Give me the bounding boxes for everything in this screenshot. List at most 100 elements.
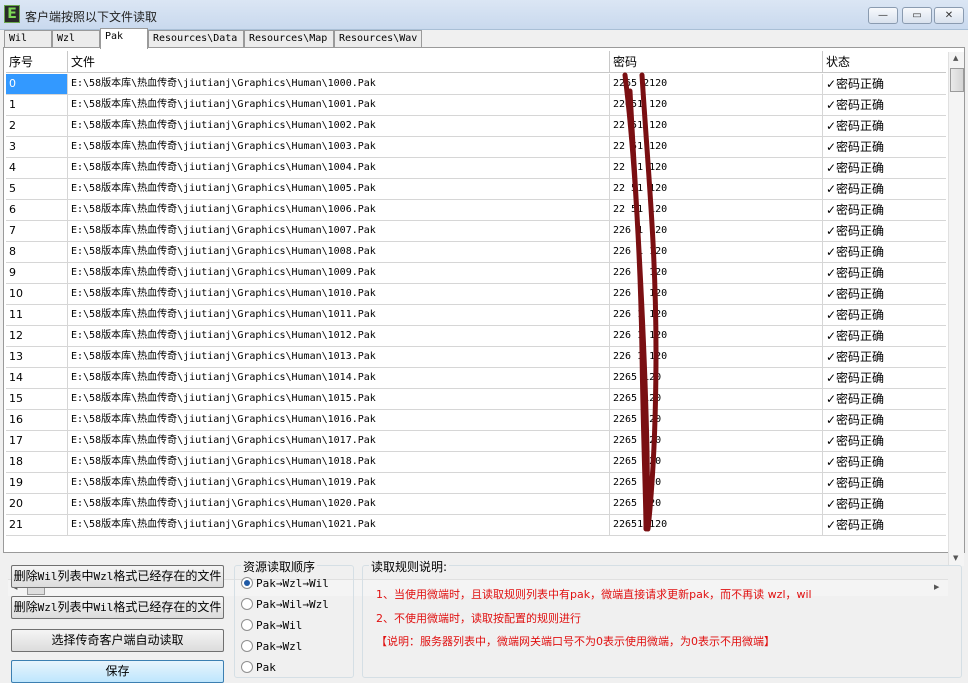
table-row[interactable]: 18 E:\58版本库\热血传奇\jiutianj\Graphics\Human\…	[6, 452, 946, 473]
col-header-password[interactable]: 密码	[610, 51, 823, 73]
table-row[interactable]: 7 E:\58版本库\热血传奇\jiutianj\Graphics\Human\1…	[6, 221, 946, 242]
minimize-button[interactable]: —	[868, 7, 898, 24]
row-file-path: E:\58版本库\热血传奇\jiutianj\Graphics\Human\10…	[68, 158, 610, 178]
table-header: 序号 文件 密码 状态	[6, 51, 946, 73]
tab-resources-data[interactable]: Resources\Data	[148, 30, 244, 48]
table-row[interactable]: 3 E:\58版本库\热血传奇\jiutianj\Graphics\Human\1…	[6, 137, 946, 158]
vertical-scroll-thumb[interactable]	[950, 68, 964, 92]
row-password: 226 1 120	[610, 221, 823, 241]
close-button[interactable]: ✕	[934, 7, 964, 24]
table-row[interactable]: 8 E:\58版本库\热血传奇\jiutianj\Graphics\Human\1…	[6, 242, 946, 263]
scroll-down-icon[interactable]: ▼	[953, 554, 958, 562]
tab-resources-map[interactable]: Resources\Map	[244, 30, 334, 48]
row-index: 1	[6, 95, 68, 115]
row-password: 226 1 120	[610, 263, 823, 283]
row-status: ✓密码正确	[826, 161, 885, 175]
table-row[interactable]: 10 E:\58版本库\热血传奇\jiutianj\Graphics\Human\…	[6, 284, 946, 305]
btn-text: 格式已经存在的文件	[113, 600, 222, 614]
scroll-up-icon[interactable]: ▲	[953, 54, 958, 62]
row-status: ✓密码正确	[826, 245, 885, 259]
tab-pak[interactable]: Pak	[100, 28, 148, 49]
table-row[interactable]: 2 E:\58版本库\热血传奇\jiutianj\Graphics\Human\1…	[6, 116, 946, 137]
row-password: 2265 120	[610, 368, 823, 388]
col-header-file[interactable]: 文件	[68, 51, 610, 73]
row-password: 2265 120	[610, 473, 823, 493]
tab-wzl[interactable]: Wzl	[52, 30, 100, 48]
row-file-path: E:\58版本库\热血传奇\jiutianj\Graphics\Human\10…	[68, 74, 610, 94]
btn-text: 列表中	[57, 600, 94, 614]
row-index: 21	[6, 515, 68, 535]
radio-pak-wzl[interactable]: Pak→Wzl	[241, 639, 302, 655]
row-file-path: E:\58版本库\热血传奇\jiutianj\Graphics\Human\10…	[68, 137, 610, 157]
row-status: ✓密码正确	[826, 266, 885, 280]
table-row[interactable]: 17 E:\58版本库\热血传奇\jiutianj\Graphics\Human\…	[6, 431, 946, 452]
row-status: ✓密码正确	[826, 371, 885, 385]
row-file-path: E:\58版本库\热血传奇\jiutianj\Graphics\Human\10…	[68, 410, 610, 430]
radio-pak[interactable]: Pak	[241, 660, 276, 676]
tab-resources-wav[interactable]: Resources\Wav	[334, 30, 422, 48]
radio-label: Pak→Wzl→Wil	[256, 577, 329, 590]
row-password: 2265 120	[610, 410, 823, 430]
radio-dot[interactable]	[241, 640, 253, 652]
row-password: 2265 120	[610, 494, 823, 514]
row-index: 11	[6, 305, 68, 325]
table-row[interactable]: 14 E:\58版本库\热血传奇\jiutianj\Graphics\Human\…	[6, 368, 946, 389]
row-password: 226 1 120	[610, 305, 823, 325]
table-row[interactable]: 0 E:\58版本库\热血传奇\jiutianj\Graphics\Human\1…	[6, 74, 946, 95]
radio-pak-wil[interactable]: Pak→Wil	[241, 618, 302, 634]
row-file-path: E:\58版本库\热血传奇\jiutianj\Graphics\Human\10…	[68, 494, 610, 514]
btn-text: Wzl	[93, 570, 114, 583]
table-row[interactable]: 1 E:\58版本库\热血传奇\jiutianj\Graphics\Human\1…	[6, 95, 946, 116]
file-table[interactable]: 序号 文件 密码 状态 0 E:\58版本库\热血传奇\jiutianj\Grap…	[6, 51, 946, 581]
row-index: 17	[6, 431, 68, 451]
table-row[interactable]: 9 E:\58版本库\热血传奇\jiutianj\Graphics\Human\1…	[6, 263, 946, 284]
radio-dot[interactable]	[241, 619, 253, 631]
table-row[interactable]: 12 E:\58版本库\热血传奇\jiutianj\Graphics\Human\…	[6, 326, 946, 347]
radio-pak-wil-wzl[interactable]: Pak→Wil→Wzl	[241, 597, 329, 613]
row-password: 226 1 120	[610, 284, 823, 304]
table-row[interactable]: 16 E:\58版本库\热血传奇\jiutianj\Graphics\Human\…	[6, 410, 946, 431]
row-file-path: E:\58版本库\热血传奇\jiutianj\Graphics\Human\10…	[68, 515, 610, 535]
radio-dot[interactable]	[241, 598, 253, 610]
table-row[interactable]: 21 E:\58版本库\热血传奇\jiutianj\Graphics\Human\…	[6, 515, 946, 536]
delete-wzl-wil-button[interactable]: 删除Wzl列表中Wil格式已经存在的文件	[11, 596, 224, 619]
vertical-scrollbar[interactable]: ▲ ▼	[948, 52, 964, 566]
row-index: 7	[6, 221, 68, 241]
row-status: ✓密码正确	[826, 497, 885, 511]
row-status: ✓密码正确	[826, 413, 885, 427]
row-index: 20	[6, 494, 68, 514]
row-status: ✓密码正确	[826, 392, 885, 406]
radio-dot[interactable]	[241, 577, 253, 589]
radio-label: Pak→Wil→Wzl	[256, 598, 329, 611]
radio-pak-wzl-wil[interactable]: Pak→Wzl→Wil	[241, 576, 329, 592]
table-row[interactable]: 11 E:\58版本库\热血传奇\jiutianj\Graphics\Human\…	[6, 305, 946, 326]
table-row[interactable]: 19 E:\58版本库\热血传奇\jiutianj\Graphics\Human\…	[6, 473, 946, 494]
radio-dot[interactable]	[241, 661, 253, 673]
row-status: ✓密码正确	[826, 203, 885, 217]
row-index: 6	[6, 200, 68, 220]
col-header-status[interactable]: 状态	[823, 51, 946, 73]
row-index: 16	[6, 410, 68, 430]
auto-read-client-button[interactable]: 选择传奇客户端自动读取	[11, 629, 224, 652]
save-button[interactable]: 保存	[11, 660, 224, 683]
table-row[interactable]: 5 E:\58版本库\热血传奇\jiutianj\Graphics\Human\1…	[6, 179, 946, 200]
row-file-path: E:\58版本库\热血传奇\jiutianj\Graphics\Human\10…	[68, 347, 610, 367]
table-row[interactable]: 4 E:\58版本库\热血传奇\jiutianj\Graphics\Human\1…	[6, 158, 946, 179]
restore-button[interactable]: ▭	[902, 7, 932, 24]
delete-wil-wzl-button[interactable]: 删除Wil列表中Wzl格式已经存在的文件	[11, 565, 224, 588]
row-password: 22 51 120	[610, 116, 823, 136]
table-row[interactable]: 20 E:\58版本库\热血传奇\jiutianj\Graphics\Human\…	[6, 494, 946, 515]
rule-line-3: 【说明：服务器列表中，微端网关端口号不为0表示使用微端，为0表示不用微端】	[376, 635, 775, 648]
table-row[interactable]: 6 E:\58版本库\热血传奇\jiutianj\Graphics\Human\1…	[6, 200, 946, 221]
table-row[interactable]: 15 E:\58版本库\热血传奇\jiutianj\Graphics\Human\…	[6, 389, 946, 410]
row-file-path: E:\58版本库\热血传奇\jiutianj\Graphics\Human\10…	[68, 473, 610, 493]
row-status: ✓密码正确	[826, 434, 885, 448]
col-header-index[interactable]: 序号	[6, 51, 68, 73]
radio-label: Pak→Wil	[256, 619, 303, 632]
table-row[interactable]: 13 E:\58版本库\热血传奇\jiutianj\Graphics\Human\…	[6, 347, 946, 368]
tab-wil[interactable]: Wil	[4, 30, 52, 48]
row-index: 2	[6, 116, 68, 136]
row-index: 4	[6, 158, 68, 178]
btn-text: Wil	[37, 570, 58, 583]
row-password: 22651 120	[610, 95, 823, 115]
